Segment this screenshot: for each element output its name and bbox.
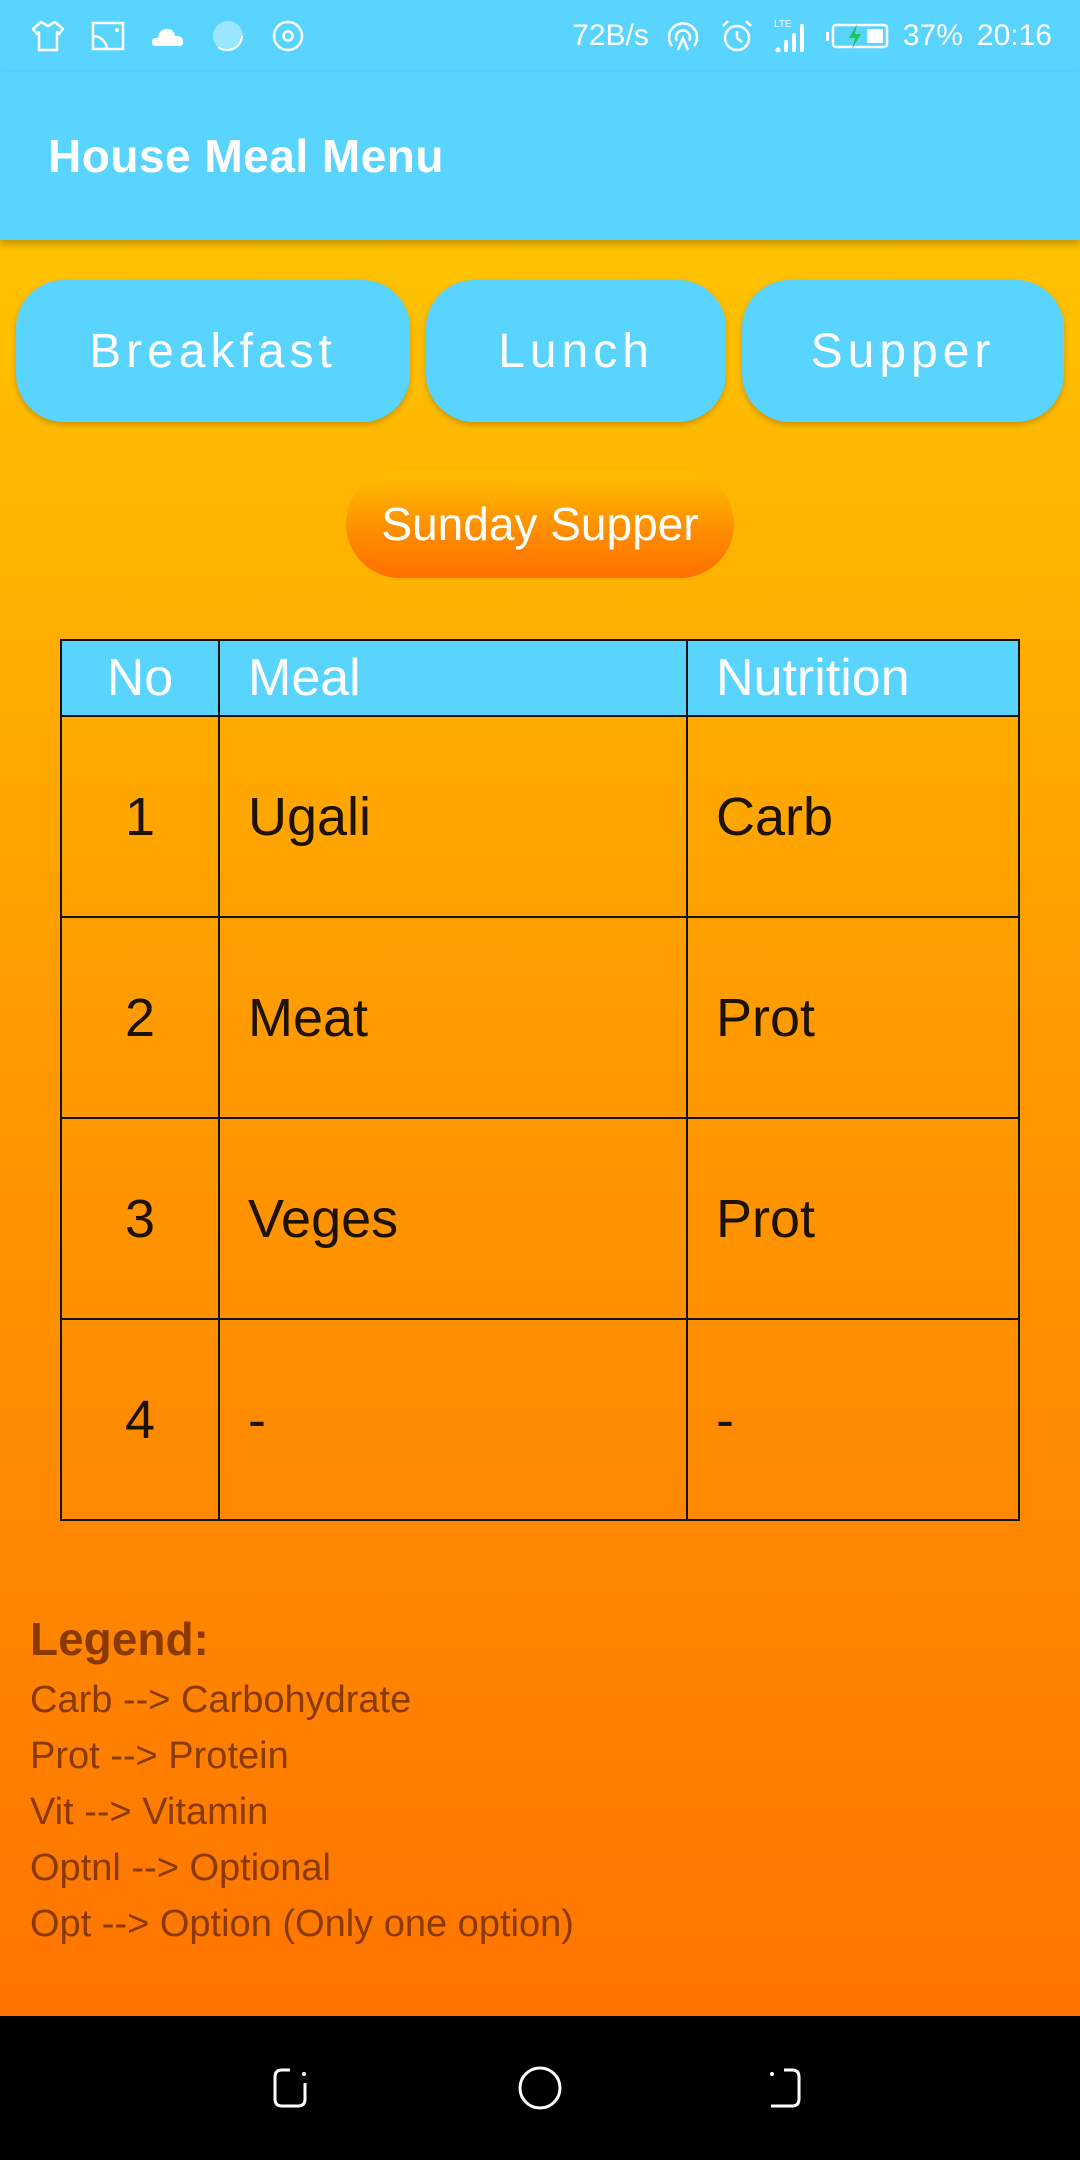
- loading-circle-icon: [208, 16, 248, 56]
- home-button[interactable]: [510, 2058, 570, 2118]
- cell-no: 3: [60, 1117, 220, 1320]
- legend-item: Opt --> Option (Only one option): [30, 1903, 574, 1945]
- home-icon: [518, 2066, 562, 2110]
- table-row: 4 - -: [60, 1318, 1020, 1521]
- cell-meal: Veges: [218, 1117, 688, 1320]
- meal-tabs: Breakfast Lunch Supper: [16, 280, 1064, 422]
- table-row: 2 Meat Prot: [60, 916, 1020, 1119]
- supper-button[interactable]: Supper: [742, 280, 1064, 422]
- status-bar-right: 72B/s LTE 37% 20:16: [572, 16, 1052, 56]
- status-bar: 72B/s LTE 37% 20:16: [0, 0, 1080, 72]
- back-button[interactable]: [757, 2058, 817, 2118]
- legend-item: Optnl --> Optional: [30, 1847, 331, 1889]
- alarm-icon: [717, 16, 757, 56]
- cell-no: 2: [60, 916, 220, 1119]
- header-nutrition: Nutrition: [686, 639, 1020, 717]
- cell-no: 4: [60, 1318, 220, 1521]
- meal-table: No Meal Nutrition 1 Ugali Carb 2 Meat Pr…: [60, 639, 1020, 1521]
- cell-no: 1: [60, 715, 220, 918]
- header-meal: Meal: [218, 639, 688, 717]
- table-header-row: No Meal Nutrition: [60, 639, 1020, 717]
- cell-meal: Ugali: [218, 715, 688, 918]
- network-speed: 72B/s: [572, 19, 649, 52]
- content-area: Breakfast Lunch Supper Sunday Supper No …: [0, 240, 1080, 2016]
- hotspot-icon: [663, 16, 703, 56]
- back-icon: [769, 2068, 801, 2108]
- lte-signal-icon: LTE: [771, 16, 811, 56]
- target-icon: [268, 16, 308, 56]
- cell-nutrition: -: [686, 1318, 1020, 1521]
- cloud-icon: [148, 16, 188, 56]
- recent-apps-icon: [273, 2068, 307, 2108]
- battery-charging-icon: [825, 16, 889, 56]
- cell-nutrition: Prot: [686, 916, 1020, 1119]
- table-row: 3 Veges Prot: [60, 1117, 1020, 1320]
- legend-item: Carb --> Carbohydrate: [30, 1679, 412, 1721]
- cell-meal: -: [218, 1318, 688, 1521]
- battery-percent: 37%: [902, 19, 963, 52]
- legend-item: Vit --> Vitamin: [30, 1791, 269, 1833]
- svg-text:LTE: LTE: [774, 19, 792, 30]
- cell-meal: Meat: [218, 916, 688, 1119]
- cell-nutrition: Carb: [686, 715, 1020, 918]
- cell-nutrition: Prot: [686, 1117, 1020, 1320]
- header-no: No: [60, 639, 220, 717]
- cast-icon: [88, 16, 128, 56]
- app-title: House Meal Menu: [48, 130, 445, 182]
- day-badge: Sunday Supper: [346, 470, 734, 578]
- navigation-bar: [0, 2016, 1080, 2160]
- table-row: 1 Ugali Carb: [60, 715, 1020, 918]
- legend-title: Legend:: [30, 1613, 209, 1665]
- app-bar: House Meal Menu: [0, 72, 1080, 240]
- breakfast-button[interactable]: Breakfast: [16, 280, 410, 422]
- recent-apps-button[interactable]: [263, 2058, 323, 2118]
- tshirt-icon: [28, 16, 68, 56]
- legend-item: Prot --> Protein: [30, 1735, 289, 1777]
- lunch-button[interactable]: Lunch: [426, 280, 726, 422]
- status-bar-left: [28, 16, 308, 56]
- clock: 20:16: [976, 19, 1052, 52]
- legend: Legend: Carb --> Carbohydrate Prot --> P…: [30, 1612, 574, 1952]
